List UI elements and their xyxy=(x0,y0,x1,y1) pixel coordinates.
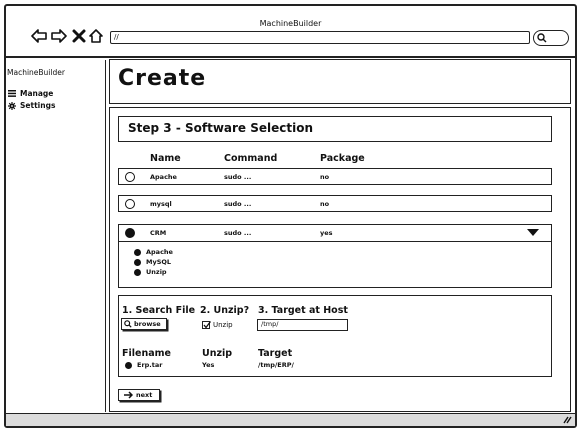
sidebar-item-label: Settings xyxy=(20,101,56,110)
software-row-mysql[interactable] xyxy=(118,195,552,212)
unzip-checkbox[interactable]: Unzip xyxy=(202,321,233,329)
radio-crm[interactable] xyxy=(125,228,135,238)
file-bullet-icon xyxy=(125,362,132,369)
bullet-icon xyxy=(134,258,141,266)
sidebar-brand: MachineBuilder xyxy=(7,68,65,77)
target-path-input[interactable]: /tmp/ xyxy=(257,319,348,331)
resize-handle-icon[interactable] xyxy=(563,416,572,424)
url-input[interactable]: // xyxy=(110,31,530,44)
forward-icon[interactable] xyxy=(51,28,67,44)
sidebar xyxy=(6,60,106,412)
back-icon[interactable] xyxy=(31,28,47,44)
arrow-right-icon xyxy=(124,391,133,399)
sidebar-item-settings[interactable]: Settings xyxy=(8,101,55,110)
column-header-command: Command xyxy=(224,153,278,164)
row-command: sudo ... xyxy=(224,173,252,181)
step-title: Step 3 - Software Selection xyxy=(128,121,314,135)
search-file-heading: 1. Search File xyxy=(122,305,196,316)
row-name: mysql xyxy=(150,200,172,208)
close-icon[interactable] xyxy=(71,28,87,44)
sidebar-item-label: Manage xyxy=(20,89,54,98)
checkbox-box[interactable] xyxy=(202,321,211,329)
software-row-crm[interactable] xyxy=(118,224,552,288)
status-bar xyxy=(6,413,575,426)
filename-header: Filename xyxy=(122,348,171,359)
browse-label: browse xyxy=(134,320,161,328)
software-row-apache[interactable] xyxy=(118,168,552,185)
next-button[interactable]: next xyxy=(118,389,160,401)
page-title: Create xyxy=(118,66,207,91)
bullet-icon xyxy=(134,248,141,256)
bullet-icon xyxy=(134,268,141,276)
browser-search-button[interactable] xyxy=(533,30,569,46)
row-divider xyxy=(118,241,552,242)
next-label: next xyxy=(136,391,153,399)
target-heading: 3. Target at Host xyxy=(258,305,348,316)
file-target-header: Target xyxy=(258,348,293,359)
file-unzip-value: Yes xyxy=(202,361,215,369)
component-label: MySQL xyxy=(146,258,172,266)
unzip-heading: 2. Unzip? xyxy=(200,305,250,316)
component-label: Apache xyxy=(146,248,173,256)
list-icon xyxy=(8,90,16,97)
component-item: Unzip xyxy=(134,268,167,276)
file-unzip-header: Unzip xyxy=(202,348,233,359)
file-target-value: /tmp/ERP/ xyxy=(258,361,294,369)
radio-mysql[interactable] xyxy=(125,199,135,209)
search-icon xyxy=(537,33,547,43)
file-name: Erp.tar xyxy=(137,361,163,369)
component-label: Unzip xyxy=(146,268,167,276)
component-item: MySQL xyxy=(134,258,171,266)
window-title: MachineBuilder xyxy=(259,19,322,28)
unzip-checkbox-label: Unzip xyxy=(213,321,233,329)
row-command: sudo ... xyxy=(224,229,252,237)
checkmark-icon xyxy=(203,321,211,329)
radio-apache[interactable] xyxy=(125,172,135,182)
chevron-down-icon[interactable] xyxy=(527,229,539,237)
row-command: sudo ... xyxy=(224,200,252,208)
sidebar-item-manage[interactable]: Manage xyxy=(8,89,53,98)
row-package: yes xyxy=(320,229,333,237)
row-name: CRM xyxy=(150,229,167,237)
column-header-name: Name xyxy=(150,153,181,164)
component-item: Apache xyxy=(134,248,173,256)
row-package: no xyxy=(320,173,330,181)
home-icon[interactable] xyxy=(88,28,104,44)
row-name: Apache xyxy=(150,173,177,181)
browse-button[interactable]: browse xyxy=(121,318,167,330)
row-package: no xyxy=(320,200,330,208)
gear-icon xyxy=(8,101,16,110)
column-header-package: Package xyxy=(320,153,365,164)
search-icon xyxy=(124,320,132,328)
